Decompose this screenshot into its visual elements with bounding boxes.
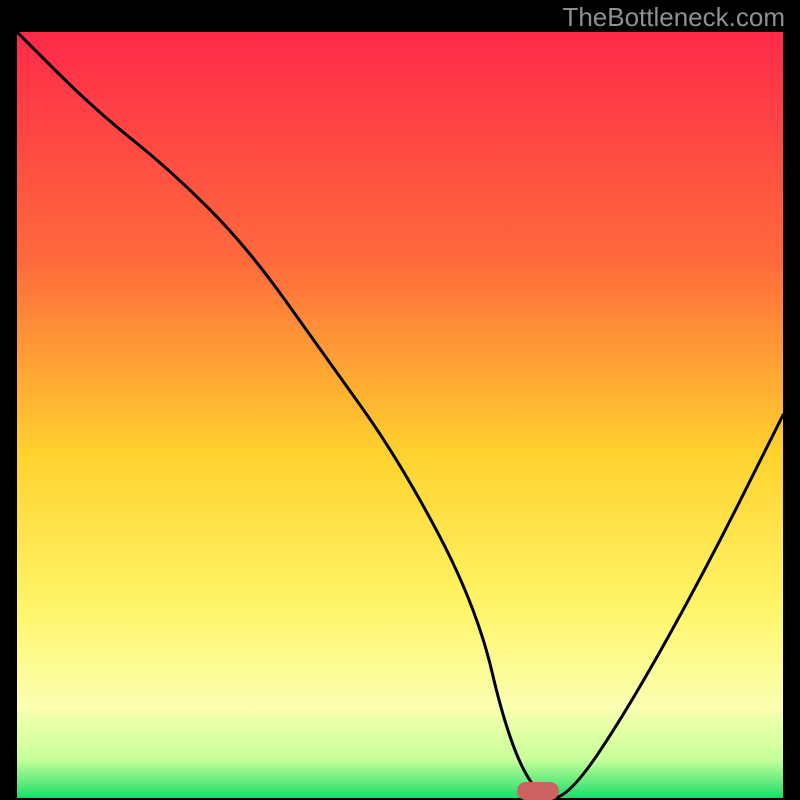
- gradient-background: [17, 32, 783, 798]
- chart-frame: [15, 30, 785, 800]
- optimal-marker: [517, 782, 559, 800]
- watermark-text: TheBottleneck.com: [562, 2, 785, 33]
- gradient-chart: [17, 32, 783, 798]
